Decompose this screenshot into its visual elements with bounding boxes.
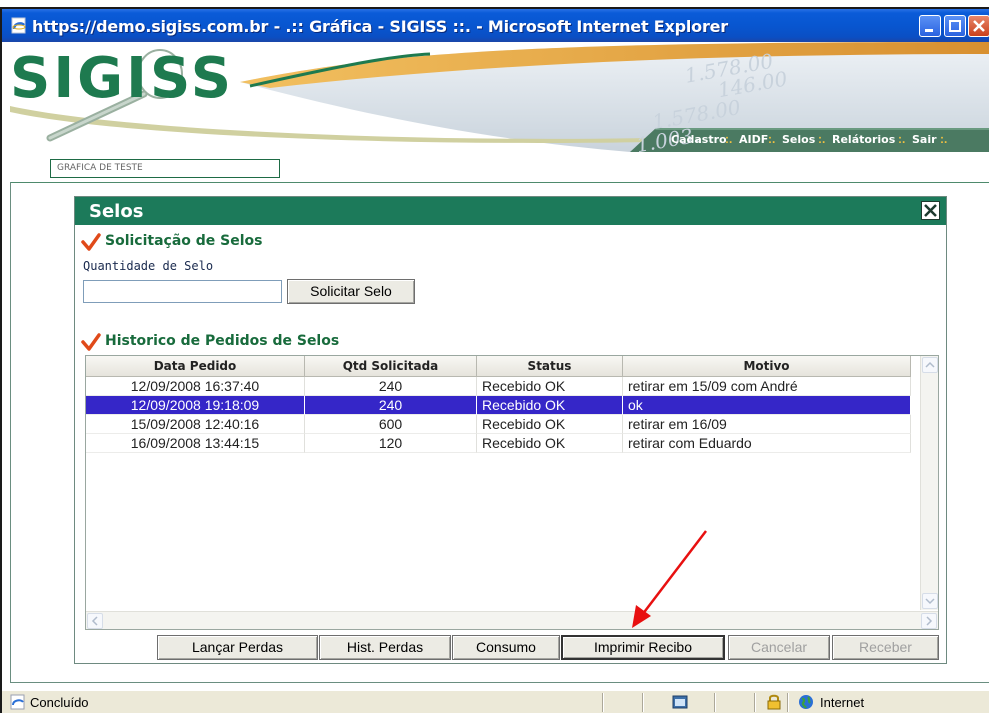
quantity-label: Quantidade de Selo — [83, 259, 214, 273]
minimize-button[interactable] — [919, 15, 941, 37]
cell-status: Recebido OK — [477, 396, 623, 415]
chevron-right-icon — [926, 616, 933, 626]
chevron-left-icon — [91, 616, 98, 626]
title-bar: https://demo.sigiss.com.br - .:: Gráfica… — [2, 9, 989, 42]
status-divider — [714, 693, 716, 712]
cell-date: 15/09/2008 12:40:16 — [86, 415, 305, 434]
content-bottom-border — [10, 682, 989, 683]
annotation-arrow — [632, 530, 707, 628]
menu-item-selos[interactable]: Selos — [782, 133, 815, 146]
popup-blocked-icon[interactable] — [672, 694, 688, 710]
lock-icon[interactable] — [767, 693, 781, 710]
cancel-button[interactable]: Cancelar — [728, 635, 830, 660]
cell-quantity: 240 — [305, 396, 477, 415]
cell-quantity: 600 — [305, 415, 477, 434]
history-section-title: Historico de Pedidos de Selos — [105, 333, 340, 349]
maximize-icon — [949, 20, 961, 32]
status-divider — [754, 693, 756, 712]
print-receipt-button[interactable]: Imprimir Recibo — [561, 635, 725, 660]
dialog-title: Selos — [89, 201, 144, 222]
status-divider — [602, 693, 604, 712]
cell-status: Recebido OK — [477, 434, 623, 453]
cell-reason: ok — [623, 396, 911, 415]
consumo-button[interactable]: Consumo — [452, 635, 560, 660]
table-row-selected[interactable]: 12/09/2008 19:18:09 240 Recebido OK ok — [86, 396, 912, 415]
cell-status: Recebido OK — [477, 377, 623, 396]
scroll-right-button[interactable] — [921, 613, 937, 629]
content-left-border — [10, 182, 11, 682]
cell-date: 12/09/2008 19:18:09 — [86, 396, 305, 415]
menu-item-aidf[interactable]: AIDF — [739, 133, 768, 146]
zone-text: Internet — [820, 695, 865, 710]
quantity-input[interactable] — [83, 280, 282, 303]
column-header-reason[interactable]: Motivo — [623, 356, 911, 377]
column-header-quantity[interactable]: Qtd Solicitada — [305, 356, 477, 377]
page-done-icon — [10, 694, 25, 710]
globe-icon — [799, 695, 813, 709]
maximize-button[interactable] — [944, 15, 966, 37]
cell-reason: retirar com Eduardo — [623, 434, 911, 453]
selos-dialog: Selos Solicitação de Selos Quantidade de… — [74, 196, 947, 664]
cell-date: 16/09/2008 13:44:15 — [86, 434, 305, 453]
banner-divider — [10, 182, 989, 183]
scroll-up-button[interactable] — [922, 357, 938, 373]
main-menu: Cadastro :. AIDF :. Selos :. Relátorios … — [665, 128, 989, 152]
column-header-status[interactable]: Status — [477, 356, 623, 377]
table-row[interactable]: 16/09/2008 13:44:15 120 Recebido OK reti… — [86, 434, 912, 453]
menu-item-cadastro[interactable]: Cadastro — [671, 133, 727, 146]
chevron-down-icon — [925, 598, 935, 605]
lancar-perdas-button[interactable]: Lançar Perdas — [157, 635, 318, 660]
menu-separator: :. — [768, 132, 776, 146]
hist-perdas-button[interactable]: Hist. Perdas — [319, 635, 451, 660]
cell-quantity: 120 — [305, 434, 477, 453]
window-title: https://demo.sigiss.com.br - .:: Gráfica… — [32, 17, 728, 36]
request-seal-button[interactable]: Solicitar Selo — [287, 279, 415, 304]
window-edge-left — [0, 7, 2, 713]
column-header-date[interactable]: Data Pedido — [86, 356, 305, 377]
close-icon — [973, 20, 985, 32]
cell-reason: retirar em 15/09 com André — [623, 377, 911, 396]
receive-button[interactable]: Receber — [832, 635, 939, 660]
table-row[interactable]: 12/09/2008 16:37:40 240 Recebido OK reti… — [86, 377, 912, 396]
dialog-header: Selos — [75, 197, 946, 225]
menu-separator: :. — [818, 132, 826, 146]
ie-page-icon — [11, 17, 26, 34]
orders-table: Data Pedido Qtd Solicitada Status Motivo… — [85, 355, 939, 630]
vertical-scrollbar[interactable] — [920, 356, 938, 610]
status-divider — [787, 693, 789, 712]
company-name-field: GRAFICA DE TESTE — [50, 159, 280, 178]
status-bar: Concluído Internet — [2, 690, 989, 713]
menu-separator: :. — [725, 132, 733, 146]
table-header: Data Pedido Qtd Solicitada Status Motivo — [86, 356, 912, 377]
cell-status: Recebido OK — [477, 415, 623, 434]
cell-reason: retirar em 16/09 — [623, 415, 911, 434]
menu-item-sair[interactable]: Sair — [912, 133, 937, 146]
table-row[interactable]: 15/09/2008 12:40:16 600 Recebido OK reti… — [86, 415, 912, 434]
sigiss-logo: SIGISS — [10, 46, 235, 111]
status-divider — [642, 693, 644, 712]
checkmark-icon — [81, 233, 101, 251]
scroll-down-button[interactable] — [922, 593, 938, 609]
browser-window: https://demo.sigiss.com.br - .:: Gráfica… — [0, 0, 989, 713]
cell-date: 12/09/2008 16:37:40 — [86, 377, 305, 396]
menu-item-relatorios[interactable]: Relátorios — [832, 133, 895, 146]
checkmark-icon — [81, 333, 101, 351]
menu-separator: :. — [940, 132, 948, 146]
minimize-icon — [925, 29, 933, 32]
horizontal-scrollbar[interactable] — [86, 611, 938, 629]
status-text: Concluído — [30, 695, 89, 710]
close-icon — [924, 204, 937, 217]
dialog-close-button[interactable] — [921, 201, 940, 220]
scroll-left-button[interactable] — [87, 613, 103, 629]
header-banner: SIGISS 1.578.00 146.00 1.578.00 1.003. C… — [10, 42, 989, 182]
request-section-title: Solicitação de Selos — [105, 233, 263, 249]
chevron-up-icon — [925, 361, 935, 368]
close-window-button[interactable] — [968, 15, 989, 37]
menu-separator: :. — [898, 132, 906, 146]
cell-quantity: 240 — [305, 377, 477, 396]
